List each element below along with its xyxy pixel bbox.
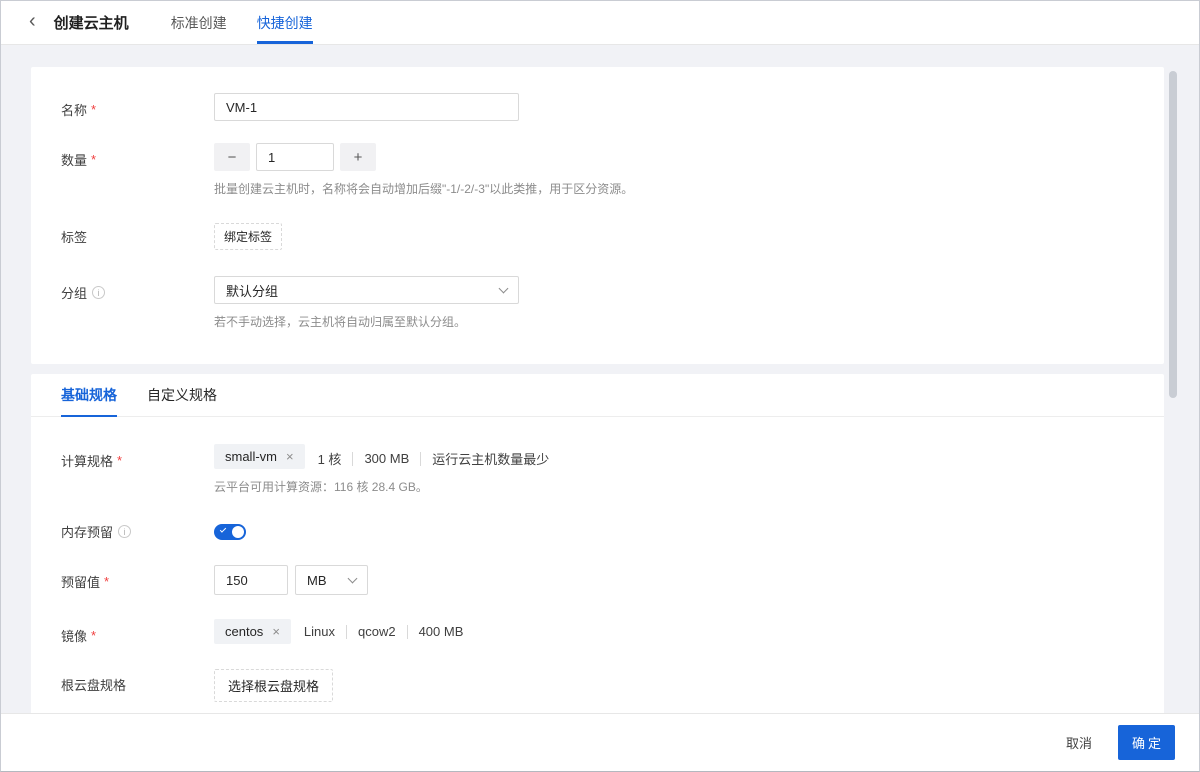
- root-disk-label: 根云盘规格: [61, 678, 127, 693]
- minus-button[interactable]: −: [214, 143, 250, 171]
- back-icon[interactable]: ‹: [29, 11, 36, 31]
- divider: [352, 451, 354, 466]
- required-mark: *: [104, 574, 110, 589]
- quantity-input[interactable]: [256, 143, 334, 171]
- create-vm-window: ‹ 创建云主机 标准创建 快捷创建 名称 * VM-1 数量 * − 1 + 批…: [0, 0, 1200, 772]
- field-row-compute-spec: 计算规格 * small-vm × 1 核 300 MB 运行云主机数量最少 云…: [61, 444, 1134, 495]
- memory-reserve-toggle[interactable]: [214, 524, 246, 540]
- form-scroll-area: 名称 * 数量 * − + 批量创建云主机: [1, 45, 1199, 713]
- quantity-stepper: − +: [214, 143, 1134, 171]
- spec-tabs: 基础规格 自定义规格: [31, 374, 1164, 417]
- field-row-count: 数量 * − + 批量创建云主机时，名称将会自动增加后缀"-1/-2/-3"以此…: [61, 143, 1134, 197]
- required-mark: *: [91, 152, 97, 167]
- chip-label: centos: [225, 624, 264, 639]
- select-root-disk-button[interactable]: 选择根云盘规格: [214, 669, 334, 702]
- image-meta: Linux qcow2 400 MB: [303, 624, 464, 639]
- group-help-text: 若不手动选择，云主机将自动归属至默认分组。: [214, 315, 467, 329]
- confirm-button[interactable]: 确定: [1117, 725, 1175, 760]
- chevron-down-icon: [498, 283, 509, 293]
- memory-reserve-label: 内存预留 i: [61, 519, 214, 541]
- compute-spec-chip[interactable]: small-vm ×: [214, 444, 305, 469]
- group-select[interactable]: 默认分组: [214, 276, 519, 304]
- tab-label: 标准创建: [170, 14, 227, 31]
- field-row-group: 分组 i 默认分组 若不手动选择，云主机将自动归属至默认分组。: [61, 276, 1134, 330]
- scrollbar-thumb[interactable]: [1169, 71, 1177, 398]
- tab-quick-create[interactable]: 快捷创建: [256, 1, 313, 44]
- close-icon[interactable]: ×: [286, 450, 294, 463]
- chevron-down-icon: [347, 573, 358, 583]
- image-label: 镜像 *: [61, 628, 97, 644]
- count-label: 数量 *: [61, 152, 97, 168]
- reserve-value-label: 预留值 *: [61, 574, 110, 590]
- spec-card: 基础规格 自定义规格 计算规格 * small-vm × 1 核 300 MB …: [31, 374, 1164, 713]
- toggle-knob: [232, 526, 244, 538]
- reserve-unit-value: MB: [307, 572, 327, 588]
- required-mark: *: [91, 102, 97, 117]
- group-select-value: 默认分组: [226, 283, 279, 299]
- required-mark: *: [91, 628, 97, 643]
- name-label: 名称 *: [61, 102, 97, 118]
- root-disk-help-text: 若不选择云盘规格，根云盘规格默认与所选镜像的容量保持一致。: [214, 711, 1134, 713]
- field-row-memory-reserve: 内存预留 i: [61, 519, 1134, 545]
- bind-tag-button[interactable]: 绑定标签: [214, 223, 283, 250]
- tab-label: 快捷创建: [256, 14, 313, 31]
- divider: [406, 624, 408, 639]
- tab-basic-spec[interactable]: 基础规格: [61, 374, 117, 417]
- compute-spec-label: 计算规格 *: [61, 453, 123, 469]
- info-icon[interactable]: i: [92, 286, 106, 299]
- compute-spec-help-text: 云平台可用计算资源：116 核 28.4 GB。: [214, 480, 428, 494]
- page-title: 创建云主机: [53, 15, 129, 32]
- group-label: 分组 i: [61, 276, 214, 302]
- tab-custom-spec[interactable]: 自定义规格: [147, 374, 217, 416]
- check-icon: [219, 526, 227, 533]
- image-chip[interactable]: centos ×: [214, 619, 291, 644]
- field-row-reserve-value: 预留值 * MB: [61, 565, 1134, 595]
- divider: [345, 624, 347, 639]
- cancel-button[interactable]: 取消: [1066, 733, 1092, 752]
- compute-spec-meta: 1 核 300 MB 运行云主机数量最少: [317, 451, 550, 467]
- header-tabs: 标准创建 快捷创建: [171, 1, 343, 44]
- reserve-unit-select[interactable]: MB: [295, 565, 368, 595]
- required-mark: *: [117, 453, 123, 468]
- field-row-name: 名称 *: [61, 93, 1134, 121]
- tag-label: 标签: [61, 230, 88, 245]
- close-icon[interactable]: ×: [272, 625, 280, 638]
- basic-info-card: 名称 * 数量 * − + 批量创建云主机: [31, 67, 1164, 364]
- field-row-tag: 标签 绑定标签: [61, 223, 1134, 250]
- field-row-image: 镜像 * centos × Linux qcow2 400 MB: [61, 619, 1134, 645]
- name-input[interactable]: [214, 93, 519, 121]
- divider: [420, 451, 422, 466]
- field-row-root-disk: 根云盘规格 选择根云盘规格 若不选择云盘规格，根云盘规格默认与所选镜像的容量保持…: [61, 669, 1134, 713]
- tab-standard-create[interactable]: 标准创建: [171, 1, 227, 44]
- header: ‹ 创建云主机 标准创建 快捷创建: [1, 1, 1199, 45]
- reserve-value-input[interactable]: [214, 565, 288, 595]
- chip-label: small-vm: [225, 449, 277, 464]
- info-icon[interactable]: i: [118, 525, 132, 538]
- count-help-text: 批量创建云主机时，名称将会自动增加后缀"-1/-2/-3"以此类推，用于区分资源…: [214, 182, 634, 196]
- footer-bar: 取消 确定: [1, 713, 1199, 771]
- plus-button[interactable]: +: [340, 143, 376, 171]
